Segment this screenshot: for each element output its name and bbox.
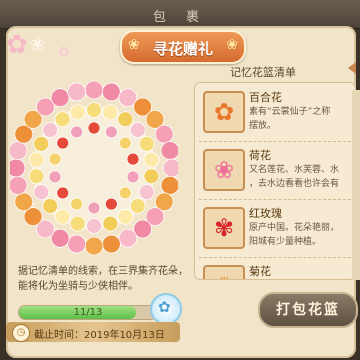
- pink-lotus-icon: ❀: [203, 149, 245, 191]
- wreath-flower: [87, 201, 101, 215]
- wreath-flower: [28, 168, 45, 185]
- wreath-flower: [54, 208, 71, 225]
- wreath-flower: [117, 208, 134, 225]
- wreath-flower: [70, 125, 84, 139]
- list-item[interactable]: ✿ 百合花 素有“云裳仙子”之称 摆放。: [199, 85, 351, 142]
- wreath-flower: [154, 124, 174, 144]
- wreath-flower: [56, 186, 70, 200]
- item-desc: 又名莲花、水芙蓉、水 ，去水边看看也许会有: [249, 165, 340, 189]
- wreath-flower: [48, 152, 62, 166]
- wreath-flower: [50, 88, 70, 108]
- list-header: 记忆花篮清单: [230, 66, 296, 79]
- wreath-flower: [67, 234, 87, 254]
- clock-icon: ◷: [12, 324, 30, 342]
- mount-reward-icon[interactable]: [150, 293, 182, 325]
- item-desc: 原产中国。花朵艳丽， 阳城有少量种植。: [249, 223, 340, 247]
- orange-lily-icon: ✿: [203, 91, 245, 133]
- wreath-flower: [129, 122, 146, 138]
- item-desc: 素有“云裳仙子”之称 摆放。: [249, 107, 331, 131]
- wreath-flower: [86, 218, 102, 234]
- list-item[interactable]: ✺ 菊花: [199, 259, 351, 279]
- wreath-flower: [104, 197, 118, 211]
- wreath-flower: [162, 158, 178, 178]
- wreath-flower: [129, 198, 146, 214]
- inventory-title: 包 裹: [152, 10, 208, 25]
- wreath-flower: [126, 170, 140, 184]
- flower-list[interactable]: ✿ 百合花 素有“云裳仙子”之称 摆放。 ❀ 荷花 又名莲花、水芙蓉、水 ，去水边看…: [194, 82, 356, 280]
- wreath-flower: [101, 234, 121, 254]
- flower-deco-icon: ❀: [226, 37, 238, 53]
- event-description: 据记忆清单的线索，在三界集齐花朵， 能将化为坐骑与少侠相伴。: [18, 264, 188, 294]
- wreath-flower: [117, 111, 134, 128]
- item-name: 百合花: [249, 91, 282, 104]
- item-name: 红玫瑰: [249, 207, 282, 220]
- wreath-flower: [101, 82, 121, 102]
- collection-progress-bar: 11/13: [18, 305, 158, 320]
- inventory-title-bar: 包 裹: [0, 0, 360, 29]
- wreath-flower: [28, 151, 45, 168]
- panel-edge: [352, 90, 360, 280]
- wreath-flower: [10, 175, 28, 195]
- event-title-ribbon: ❀ 寻花赠礼 ❀: [120, 30, 246, 64]
- corner-flower-icon: ✿: [6, 30, 28, 60]
- wreath-flower: [48, 170, 62, 184]
- wreath-flower: [84, 236, 104, 256]
- wreath-flower: [67, 82, 87, 102]
- wreath-flower: [118, 136, 132, 150]
- list-item[interactable]: ✾ 红玫瑰 原产中国。花朵艳丽， 阳城有少量种植。: [199, 201, 351, 258]
- wreath-flower: [126, 152, 140, 166]
- wreath-flower: [33, 184, 50, 200]
- wreath-flower: [56, 136, 70, 150]
- list-item[interactable]: ❀ 荷花 又名莲花、水芙蓉、水 ，去水边看看也许会有: [199, 143, 351, 200]
- red-rose-icon: ✾: [203, 207, 245, 249]
- item-name: 菊花: [249, 265, 271, 278]
- description-line: 能将化为坐骑与少侠相伴。: [18, 281, 138, 292]
- wreath-flower: [118, 228, 138, 248]
- corner-flower-icon: ❀: [30, 34, 46, 55]
- wreath-flower: [87, 121, 101, 135]
- wreath-flower: [160, 175, 178, 195]
- wreath-flower: [42, 122, 59, 138]
- wreath-flower: [70, 197, 84, 211]
- item-name: 荷花: [249, 149, 271, 162]
- wreath-flower: [84, 80, 104, 100]
- wreath-flower: [14, 192, 34, 212]
- wreath-graphic: [10, 80, 178, 256]
- collapse-arrow-icon[interactable]: [348, 62, 356, 74]
- description-line: 据记忆清单的线索，在三界集齐花朵，: [18, 266, 188, 277]
- wreath-flower: [160, 141, 178, 161]
- chrysanthemum-icon: ✺: [203, 265, 245, 279]
- progress-text: 11/13: [73, 307, 103, 318]
- wreath-flower: [102, 104, 119, 121]
- wreath-flower: [138, 184, 155, 200]
- pack-basket-button[interactable]: 打包花篮: [258, 292, 358, 328]
- deadline-text: 截止时间：2019年10月13日: [34, 330, 165, 341]
- wreath-flower: [54, 111, 71, 128]
- wreath-flower: [138, 136, 155, 152]
- wreath-flower: [86, 102, 102, 118]
- corner-flower-icon: ✿: [58, 44, 70, 60]
- wreath-flower: [104, 125, 118, 139]
- wreath-flower: [10, 158, 26, 178]
- wreath-flower: [118, 186, 132, 200]
- wreath-flower: [69, 104, 86, 121]
- wreath-flower: [143, 168, 160, 185]
- wreath-flower: [33, 136, 50, 152]
- wreath-flower: [143, 151, 160, 168]
- wreath-flower: [102, 215, 119, 232]
- wreath-flower: [69, 215, 86, 232]
- flower-wreath: [10, 60, 178, 260]
- wreath-flower: [42, 198, 59, 214]
- wreath-flower: [10, 141, 28, 161]
